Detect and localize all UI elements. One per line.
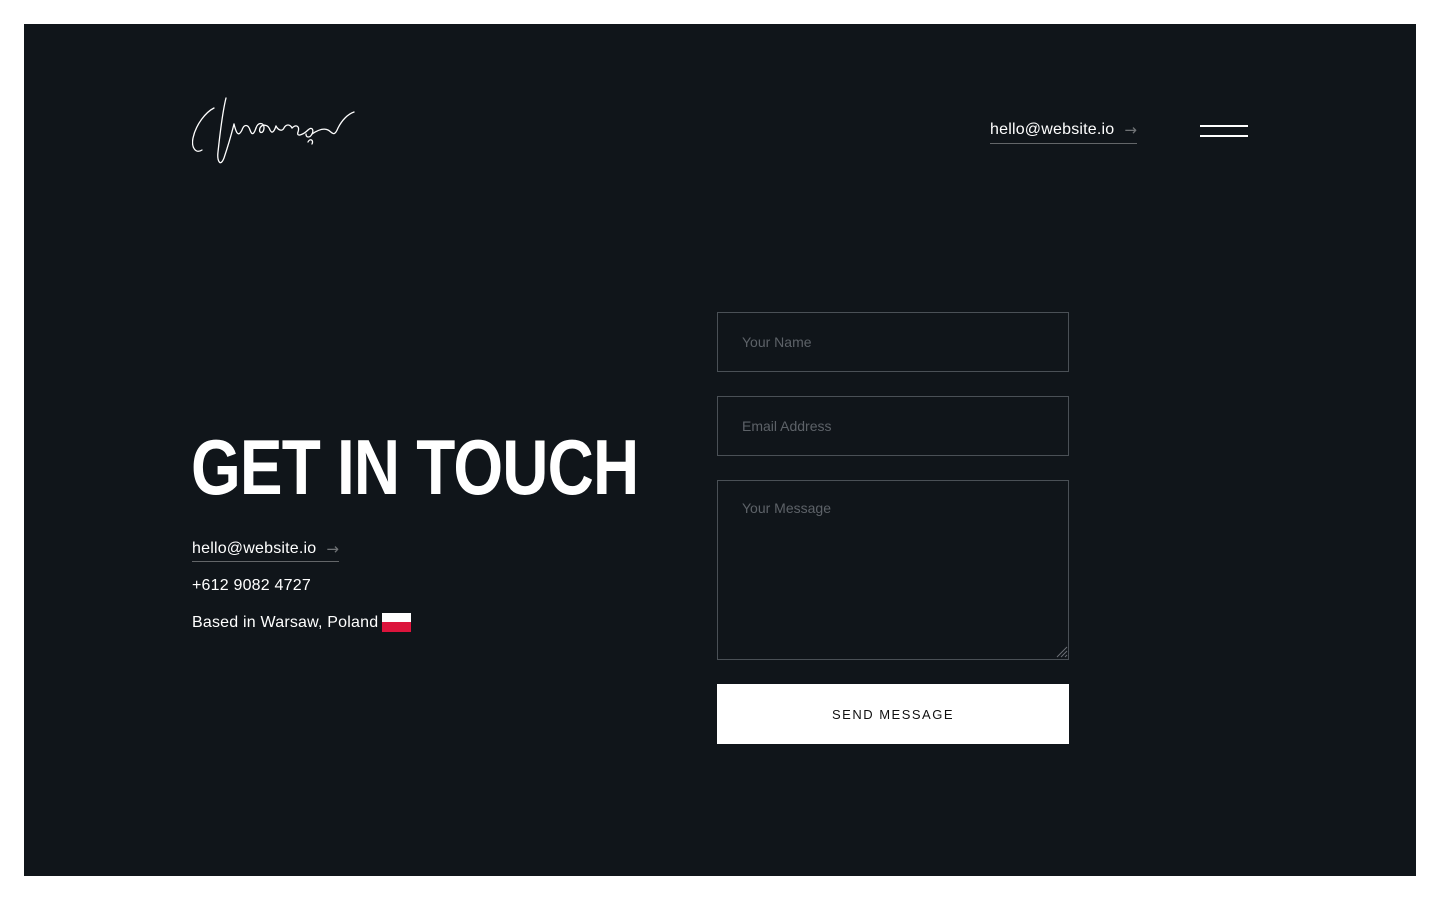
signature-logo[interactable] <box>192 94 356 170</box>
poland-flag-icon <box>382 613 412 632</box>
header-email-link[interactable]: hello@website.io → <box>990 121 1138 144</box>
contact-location: Based in Warsaw, Poland <box>192 613 412 632</box>
resize-handle-icon[interactable] <box>1056 646 1068 658</box>
page-title: GET IN TOUCH <box>191 423 639 511</box>
contact-page: hello@website.io → GET IN TOUCH hello@we… <box>24 24 1416 876</box>
message-textarea[interactable] <box>717 480 1069 660</box>
flag-red-stripe <box>382 622 412 632</box>
arrow-right-icon: → <box>1124 121 1138 139</box>
send-message-button[interactable]: SEND MESSAGE <box>717 684 1069 744</box>
header-email-text: hello@website.io <box>990 121 1115 138</box>
menu-line-bottom <box>1200 135 1248 137</box>
name-input[interactable] <box>717 312 1069 372</box>
location-text: Based in Warsaw, Poland <box>192 613 379 631</box>
contact-email-text: hello@website.io <box>192 540 317 557</box>
menu-line-top <box>1200 125 1248 127</box>
hamburger-menu-button[interactable] <box>1200 124 1248 140</box>
contact-email-link[interactable]: hello@website.io → <box>192 540 340 562</box>
flag-white-stripe <box>382 613 412 622</box>
contact-phone: +612 9082 4727 <box>192 577 311 594</box>
arrow-right-icon: → <box>326 540 340 558</box>
email-input[interactable] <box>717 396 1069 456</box>
